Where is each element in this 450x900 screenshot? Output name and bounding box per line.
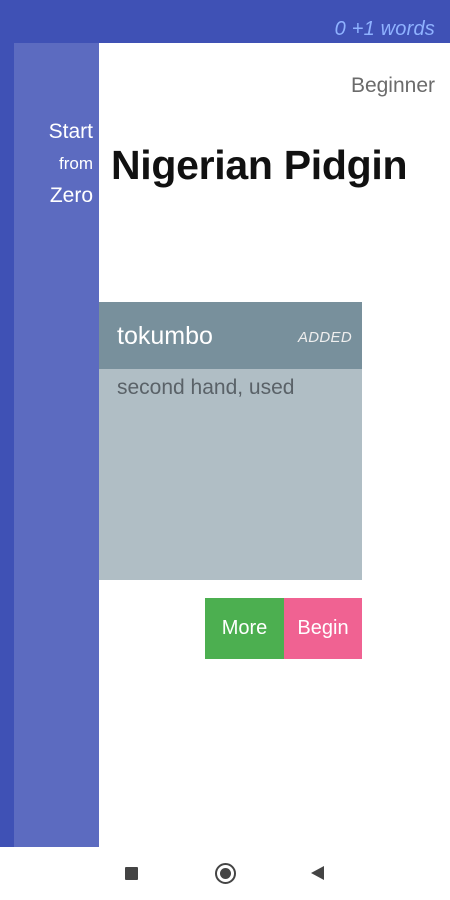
begin-button[interactable]: Begin — [284, 598, 362, 659]
sidebar-from-text: from — [59, 154, 93, 173]
sidebar-start-text: Start — [48, 120, 93, 143]
system-nav-bar — [0, 847, 450, 900]
more-button[interactable]: More — [205, 598, 284, 659]
home-icon[interactable] — [215, 863, 236, 884]
added-badge: ADDED — [297, 329, 352, 346]
word-text: tokumbo — [117, 322, 213, 350]
sidebar-zero-text: Zero — [49, 184, 93, 207]
word-card: tokumbo ADDED second hand, used — [99, 302, 362, 580]
word-card-header: tokumbo ADDED — [99, 302, 362, 369]
words-counter: 0 +1 words — [334, 18, 435, 40]
sidebar-title: Start from Zero — [49, 116, 93, 212]
back-icon[interactable] — [311, 866, 324, 880]
level-label: Beginner — [350, 74, 435, 97]
left-edge-strip — [0, 43, 14, 847]
status-bar: 0 +1 words — [0, 0, 450, 43]
word-meaning: second hand, used — [117, 376, 295, 399]
page-title: Nigerian Pidgin — [111, 142, 408, 188]
recents-icon[interactable] — [125, 867, 138, 880]
sidebar: Start from Zero — [14, 43, 99, 847]
